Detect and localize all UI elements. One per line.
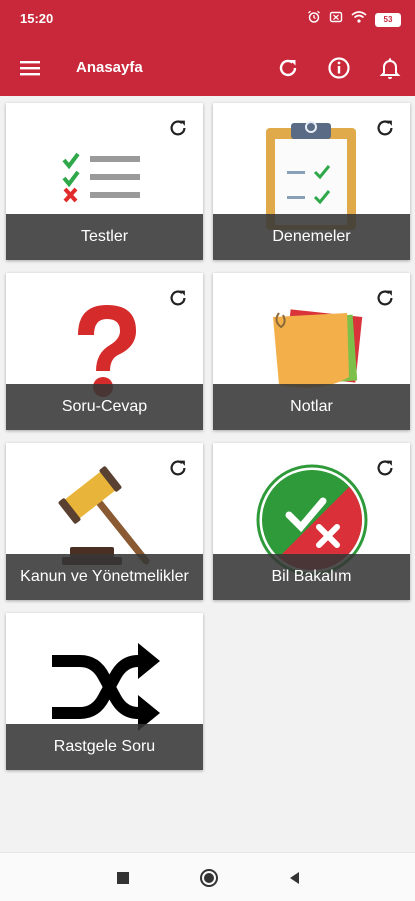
tile-notlar[interactable]: Notlar <box>213 273 410 430</box>
app-bar: 15:20 53 Anasayfa <box>0 0 415 96</box>
page-title: Anasayfa <box>76 59 143 76</box>
tile-label: Bil Bakalım <box>213 554 410 600</box>
refresh-icon[interactable] <box>167 287 189 309</box>
info-icon[interactable] <box>327 56 351 80</box>
status-bar: 15:20 53 <box>0 0 415 40</box>
tile-bil-bakalim[interactable]: Bil Bakalım <box>213 443 410 600</box>
refresh-icon[interactable] <box>374 457 396 479</box>
bell-icon[interactable] <box>378 56 402 80</box>
recents-button[interactable] <box>112 867 134 889</box>
tile-denemeler[interactable]: Denemeler <box>213 103 410 260</box>
back-button[interactable] <box>284 867 306 889</box>
tile-label: Testler <box>6 214 203 260</box>
battery-icon: 53 <box>375 12 401 27</box>
tile-testler[interactable]: Testler <box>6 103 203 260</box>
refresh-icon[interactable] <box>276 56 300 80</box>
refresh-icon[interactable] <box>374 117 396 139</box>
home-button[interactable] <box>198 867 220 889</box>
refresh-icon[interactable] <box>167 457 189 479</box>
tile-label: Denemeler <box>213 214 410 260</box>
tile-label: Rastgele Soru <box>6 724 203 770</box>
tile-soru-cevap[interactable]: Soru-Cevap <box>6 273 203 430</box>
toolbar: Anasayfa <box>0 44 415 94</box>
tile-label: Notlar <box>213 384 410 430</box>
tile-label: Kanun ve Yönetmelikler <box>6 554 203 600</box>
refresh-icon[interactable] <box>167 117 189 139</box>
alarm-icon <box>307 10 321 29</box>
tile-label: Soru-Cevap <box>6 384 203 430</box>
refresh-icon[interactable] <box>374 287 396 309</box>
menu-icon[interactable] <box>18 56 42 80</box>
screen-record-icon <box>329 10 343 29</box>
status-time: 15:20 <box>20 11 54 26</box>
tile-rastgele-soru[interactable]: Rastgele Soru <box>6 613 203 770</box>
system-nav-bar <box>0 852 415 901</box>
wifi-icon <box>351 10 367 29</box>
tile-kanun-ve-yonetmelikler[interactable]: Kanun ve Yönetmelikler <box>6 443 203 600</box>
